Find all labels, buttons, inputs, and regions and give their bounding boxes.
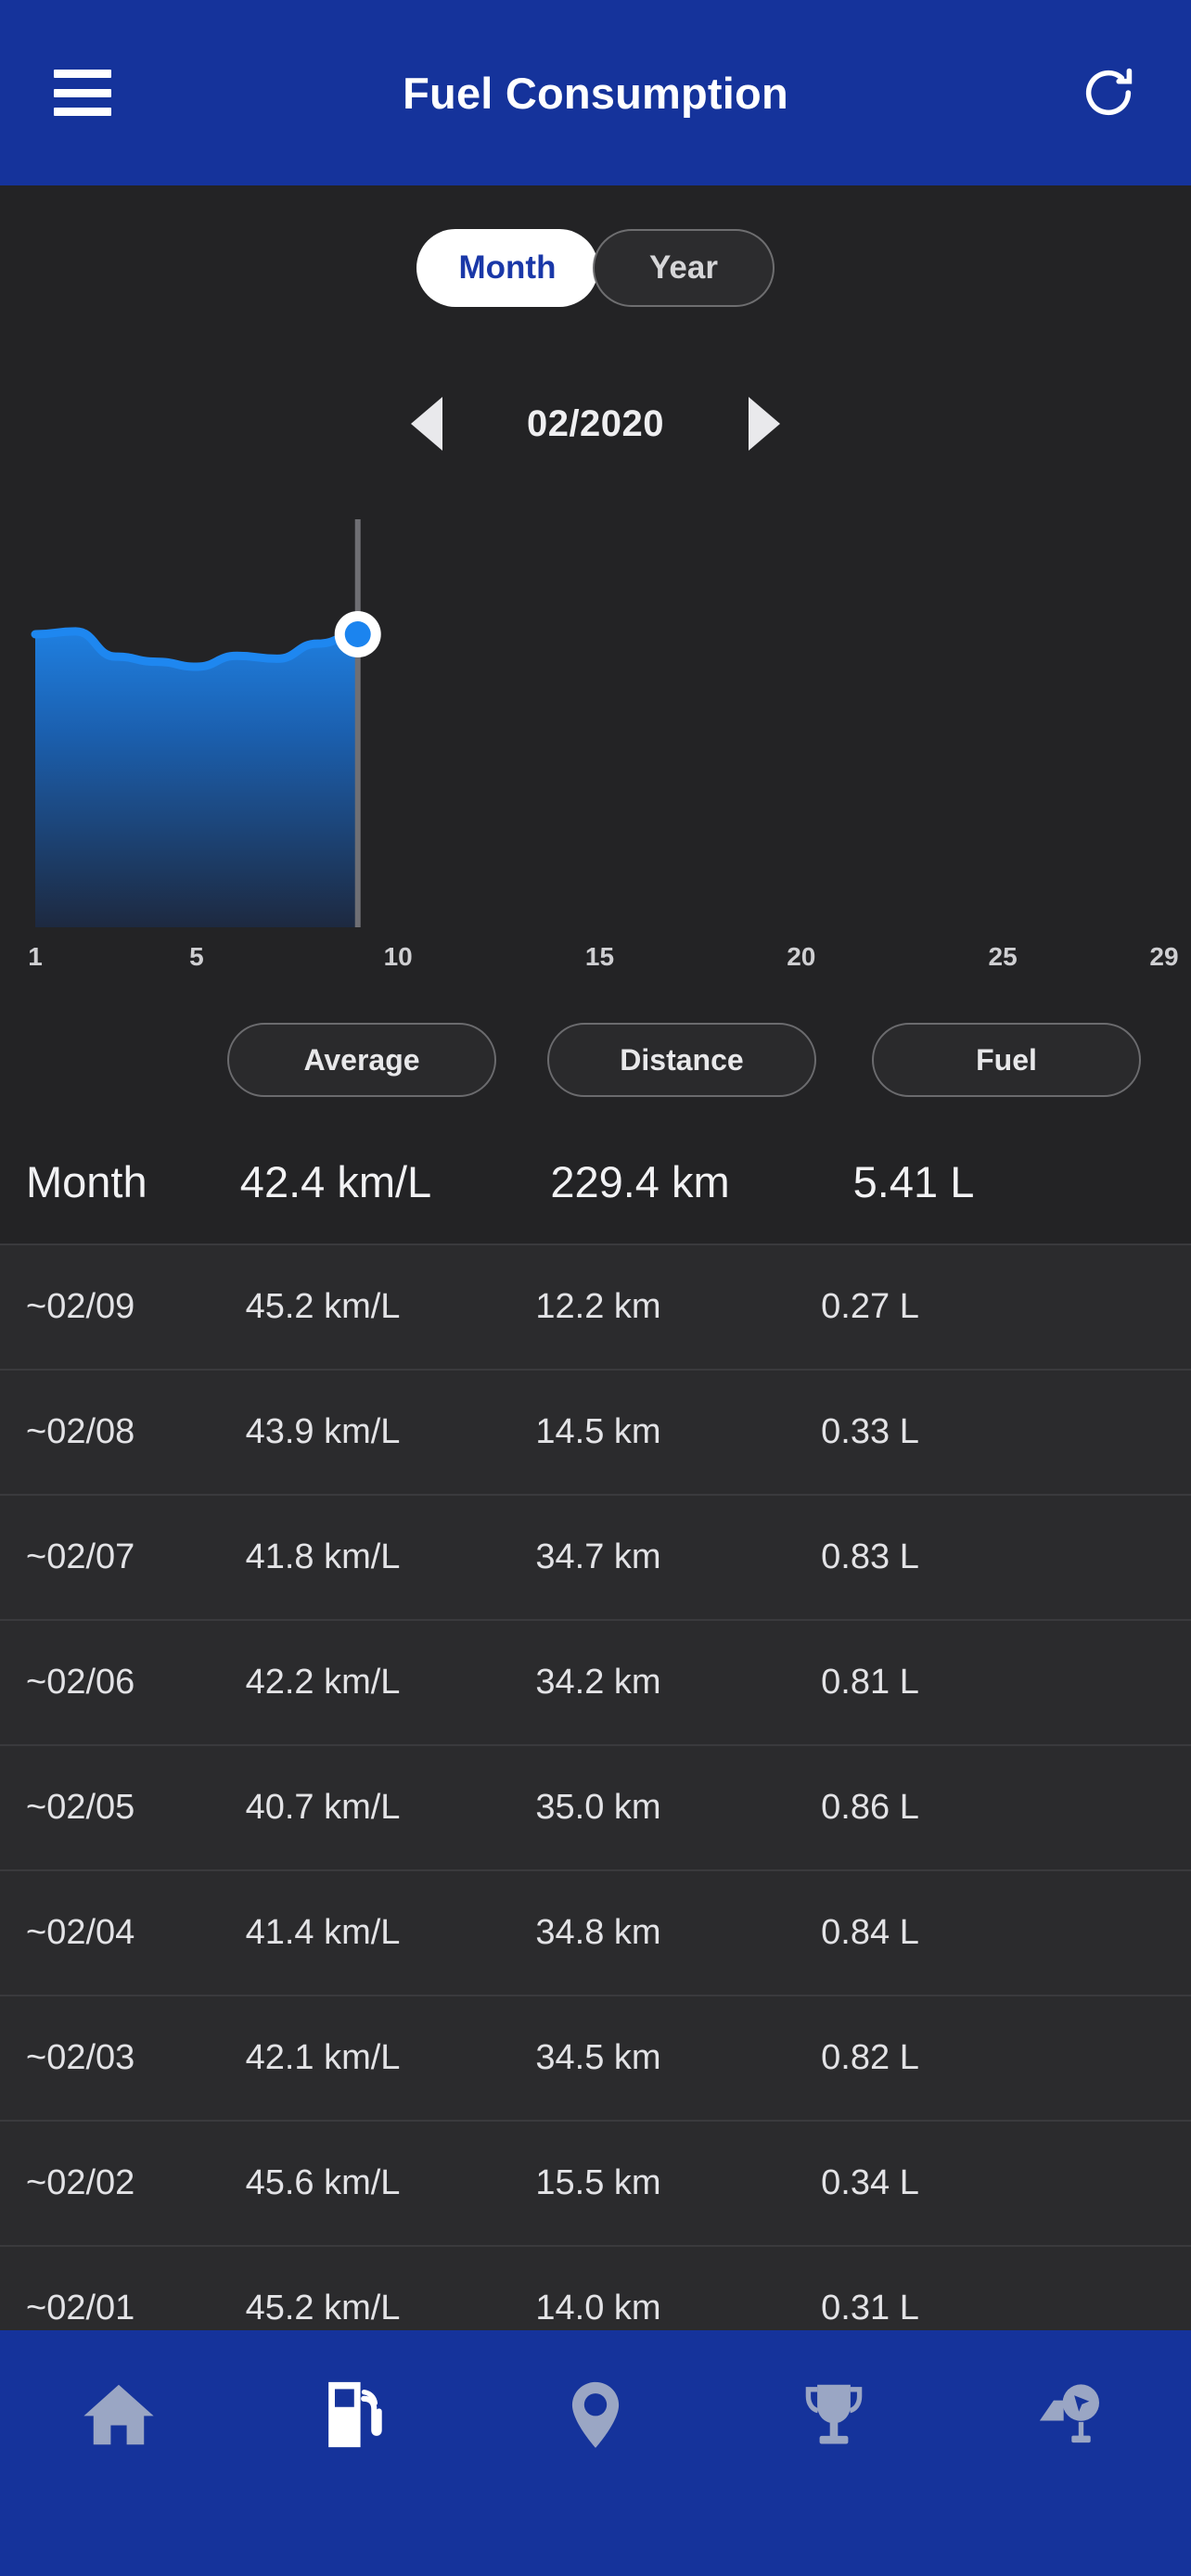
nav-item-achievements[interactable] (714, 2330, 953, 2576)
trophy-icon (794, 2375, 874, 2455)
cell-fuel: 0.86 L (821, 1788, 919, 1827)
cell-label: ~02/05 (26, 1788, 135, 1827)
current-period-label: 02/2020 (526, 402, 665, 444)
triangle-left-icon[interactable] (405, 397, 448, 451)
cell-fuel: 0.84 L (821, 1913, 919, 1952)
cell-label: ~02/04 (26, 1913, 135, 1952)
table-summary-row: Month 42.4 km/L 229.4 km 5.41 L (0, 1120, 1191, 1245)
table-row[interactable]: ~02/03 42.1 km/L 34.5 km 0.82 L (0, 1996, 1191, 2122)
cell-distance: 34.8 km (535, 1913, 661, 1952)
cell-fuel: 0.83 L (821, 1537, 919, 1576)
cell-distance: 34.5 km (535, 2038, 661, 2077)
home-icon (79, 2375, 159, 2455)
cell-label: ~02/09 (26, 1287, 135, 1326)
tab-month[interactable]: Month (416, 229, 598, 307)
x-axis-tick: 29 (1149, 942, 1179, 971)
cell-fuel: 0.31 L (821, 2289, 919, 2327)
cell-distance: 14.0 km (535, 2289, 661, 2327)
cell-label: ~02/07 (26, 1537, 135, 1576)
column-button-average[interactable]: Average (227, 1023, 496, 1097)
cell-average: 41.4 km/L (245, 1913, 401, 1952)
cell-average: 43.9 km/L (245, 1412, 401, 1451)
table-row[interactable]: ~02/06 42.2 km/L 34.2 km 0.81 L (0, 1621, 1191, 1746)
app-header: Fuel Consumption (0, 0, 1191, 185)
x-axis-tick: 5 (189, 942, 204, 971)
cell-average: 40.7 km/L (245, 1788, 401, 1827)
cell-label: ~02/06 (26, 1663, 135, 1702)
cell-label: ~02/08 (26, 1412, 135, 1451)
cell-average: 41.8 km/L (245, 1537, 401, 1576)
summary-label: Month (26, 1157, 147, 1206)
cell-distance: 34.2 km (535, 1663, 661, 1702)
summary-fuel: 5.41 L (852, 1157, 975, 1206)
consumption-table: Month 42.4 km/L 229.4 km 5.41 L ~02/09 45… (0, 1120, 1191, 2372)
bottom-navigation (0, 2330, 1191, 2576)
summary-distance: 229.4 km (550, 1157, 730, 1206)
cell-distance: 34.7 km (535, 1537, 661, 1576)
cell-distance: 35.0 km (535, 1788, 661, 1827)
cell-fuel: 0.34 L (821, 2163, 919, 2202)
table-row[interactable]: ~02/05 40.7 km/L 35.0 km 0.86 L (0, 1746, 1191, 1871)
column-button-fuel[interactable]: Fuel (872, 1023, 1141, 1097)
table-row[interactable]: ~02/02 45.6 km/L 15.5 km 0.34 L (0, 2122, 1191, 2247)
column-button-distance[interactable]: Distance (547, 1023, 816, 1097)
cell-average: 45.6 km/L (245, 2163, 401, 2202)
nav-item-fuel[interactable] (238, 2330, 477, 2576)
page-title: Fuel Consumption (403, 68, 788, 118)
refresh-icon[interactable] (1074, 58, 1143, 127)
date-stepper: 02/2020 (0, 397, 1191, 451)
nav-item-road-sign[interactable] (953, 2330, 1191, 2576)
cell-average: 42.2 km/L (245, 1663, 401, 1702)
app-root: Fuel Consumption Month Year 02/2020 1 5 … (0, 0, 1191, 2576)
map-pin-icon (556, 2375, 635, 2455)
table-row[interactable]: ~02/09 45.2 km/L 12.2 km 0.27 L (0, 1245, 1191, 1371)
table-row[interactable]: ~02/04 41.4 km/L 34.8 km 0.84 L (0, 1871, 1191, 1996)
fuel-pump-icon (317, 2375, 397, 2455)
cell-label: ~02/02 (26, 2163, 135, 2202)
cell-label: ~02/03 (26, 2038, 135, 2077)
summary-average: 42.4 km/L (239, 1157, 432, 1206)
table-row[interactable]: ~02/07 41.8 km/L 34.7 km 0.83 L (0, 1496, 1191, 1621)
x-axis-tick: 15 (584, 942, 615, 971)
x-axis-tick: 20 (787, 942, 816, 971)
cell-average: 45.2 km/L (245, 2289, 401, 2327)
nav-item-home[interactable] (0, 2330, 238, 2576)
cell-fuel: 0.82 L (821, 2038, 919, 2077)
triangle-right-icon[interactable] (743, 397, 786, 451)
cell-average: 42.1 km/L (245, 2038, 401, 2077)
table-row[interactable]: ~02/08 43.9 km/L 14.5 km 0.33 L (0, 1371, 1191, 1496)
column-filter-buttons: Average Distance Fuel (0, 1023, 1191, 1108)
chart-svg (31, 519, 381, 927)
cell-distance: 14.5 km (535, 1412, 661, 1451)
chart-x-axis: 1 5 10 15 20 25 29 (0, 942, 1191, 983)
cell-label: ~02/01 (26, 2289, 135, 2327)
period-toggle: Month Year (0, 229, 1191, 307)
x-axis-tick: 25 (988, 942, 1018, 971)
nav-item-places[interactable] (477, 2330, 715, 2576)
x-axis-tick: 10 (383, 942, 413, 971)
cell-fuel: 0.81 L (821, 1663, 919, 1702)
cell-average: 45.2 km/L (245, 1287, 401, 1326)
cell-fuel: 0.33 L (821, 1412, 919, 1451)
cell-fuel: 0.27 L (821, 1287, 919, 1326)
road-sign-icon (1032, 2375, 1112, 2455)
tab-year[interactable]: Year (593, 229, 775, 307)
fuel-consumption-chart[interactable] (0, 519, 1191, 927)
x-axis-tick: 1 (28, 942, 43, 971)
cell-distance: 12.2 km (535, 1287, 661, 1326)
cell-distance: 15.5 km (535, 2163, 661, 2202)
